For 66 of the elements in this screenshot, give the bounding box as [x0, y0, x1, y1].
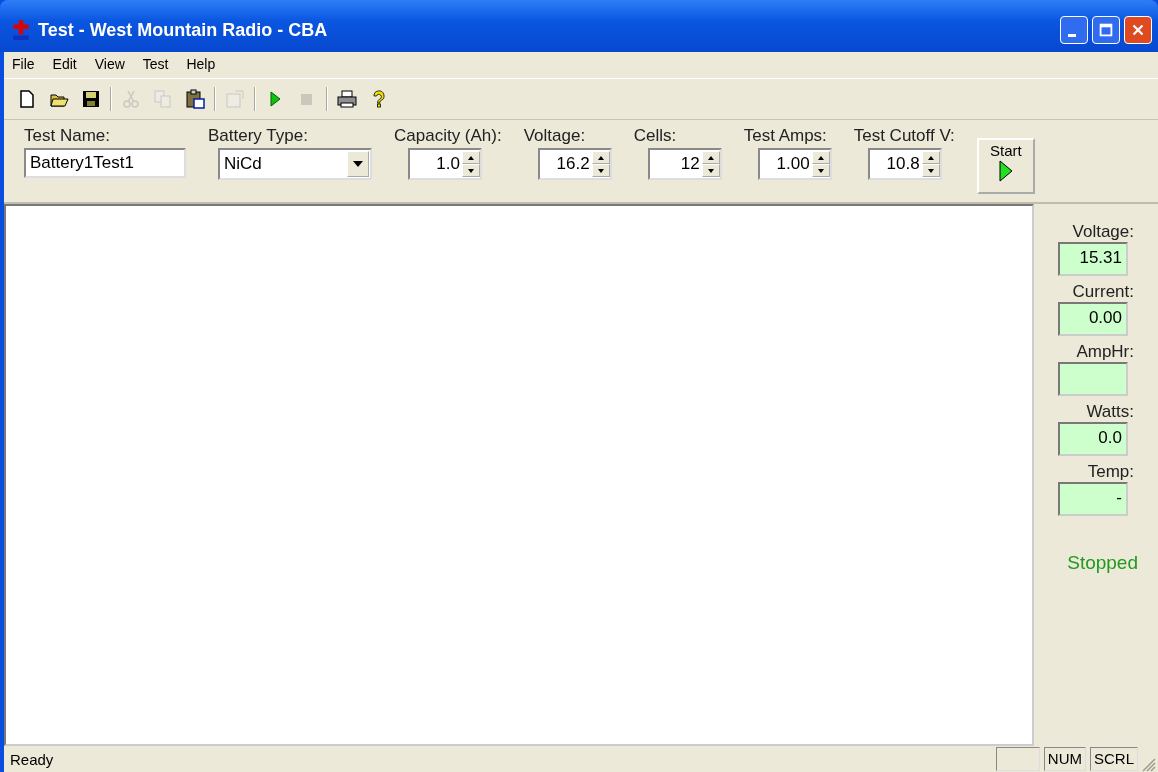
menu-item[interactable]: File [10, 56, 37, 74]
cross-icon [10, 19, 32, 41]
up-arrow-icon [597, 155, 604, 160]
down-arrow-icon [927, 168, 934, 173]
spin-down-button[interactable] [811, 164, 830, 177]
close-button[interactable] [1124, 16, 1152, 44]
field-label: Capacity (Ah): [394, 126, 502, 146]
readout-label: Temp: [1087, 462, 1134, 482]
menu-item[interactable]: Help [184, 56, 218, 74]
menu-item[interactable]: View [92, 56, 127, 74]
down-arrow-icon [817, 168, 824, 173]
up-arrow-icon [707, 155, 714, 160]
start-button[interactable]: Start [976, 138, 1035, 194]
text-field[interactable]: Battery1Test1 [24, 148, 186, 178]
dropdown-field[interactable]: NiCd [218, 148, 372, 180]
readout-field: 15.31 [1058, 242, 1128, 276]
spin-field[interactable]: 10.8 [867, 148, 942, 180]
spin-up-button[interactable] [811, 151, 830, 164]
status-indicator: NUM [1043, 747, 1086, 771]
down-arrow-icon [707, 168, 714, 173]
maximize-icon [1097, 21, 1115, 39]
field-label: Test Cutoff V: [853, 126, 955, 146]
up-arrow-icon [927, 155, 934, 160]
spin-field[interactable]: 16.2 [537, 148, 612, 180]
field-label: Test Amps: [743, 126, 828, 146]
readout-label: Voltage: [1072, 222, 1134, 242]
readout-field [1058, 362, 1128, 396]
resize-grip-icon[interactable] [1142, 758, 1156, 772]
spin-up-button[interactable] [701, 151, 720, 164]
spin-up-button[interactable] [921, 151, 940, 164]
readout-label: Watts: [1086, 402, 1134, 422]
dropdown-button[interactable] [347, 151, 369, 177]
play-icon [997, 159, 1014, 183]
status-panel [995, 747, 1040, 771]
menu-item[interactable]: Edit [50, 56, 79, 74]
window-title: Test - West Mountain Radio - CBA [38, 19, 329, 41]
field-label: Cells: [633, 126, 678, 146]
spin-field[interactable]: 1.0 [408, 148, 482, 180]
spin-down-button[interactable] [921, 164, 940, 177]
field-label: Battery Type: [208, 126, 309, 146]
down-arrow-icon [597, 168, 604, 173]
readout-label: Current: [1072, 282, 1134, 302]
spin-down-button[interactable] [462, 164, 480, 177]
status-message: Ready [10, 750, 55, 768]
spin-field[interactable]: 1.00 [757, 148, 832, 180]
menu-item[interactable]: Test [140, 56, 171, 74]
maximize-button[interactable] [1092, 16, 1120, 44]
spin-up-button[interactable] [462, 151, 480, 164]
field-label: Voltage: [523, 126, 587, 146]
minimize-icon [1068, 33, 1076, 37]
spin-up-button[interactable] [591, 151, 610, 164]
readout-field: - [1058, 482, 1128, 516]
readout-field: 0.0 [1058, 422, 1128, 456]
minimize-button[interactable] [1060, 16, 1088, 44]
readout-field: 0.00 [1058, 302, 1128, 336]
spin-down-button[interactable] [591, 164, 610, 177]
field-label: Test Name: [24, 126, 111, 146]
spin-field[interactable]: 12 [647, 148, 722, 180]
down-arrow-icon [468, 168, 474, 173]
spin-down-button[interactable] [701, 164, 720, 177]
caret-icon [353, 161, 363, 167]
readout-label: AmpHr: [1076, 342, 1134, 362]
status-indicator: SCRL [1090, 747, 1138, 771]
run-status: Stopped [1067, 552, 1138, 574]
up-arrow-icon [468, 155, 474, 160]
up-arrow-icon [817, 155, 824, 160]
